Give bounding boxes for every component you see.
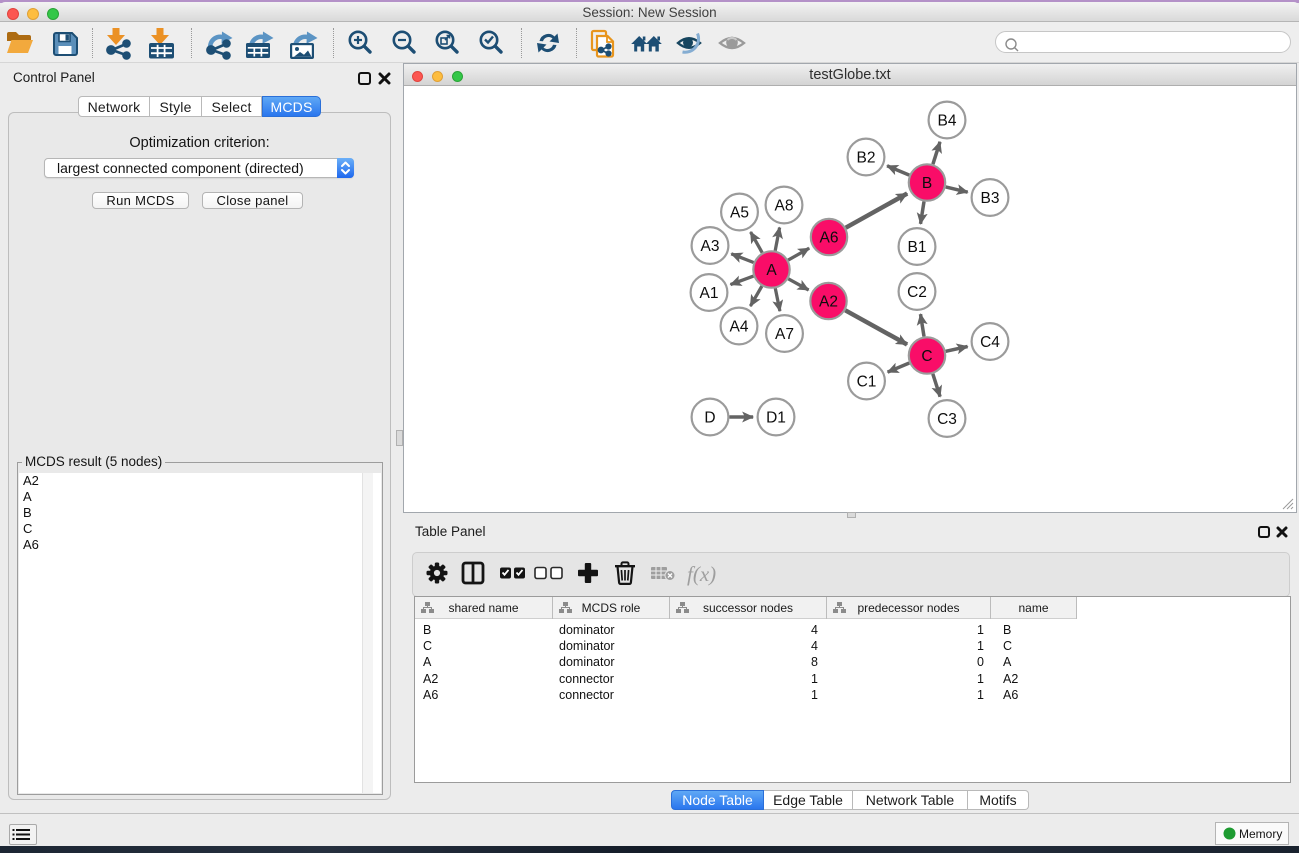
svg-text:A7: A7 bbox=[775, 326, 794, 343]
svg-text:C3: C3 bbox=[937, 411, 957, 428]
svg-text:A8: A8 bbox=[775, 198, 794, 215]
svg-text:B2: B2 bbox=[857, 150, 876, 167]
svg-text:A5: A5 bbox=[730, 205, 749, 222]
svg-text:A4: A4 bbox=[730, 319, 749, 336]
svg-text:B3: B3 bbox=[981, 190, 1000, 207]
svg-text:B4: B4 bbox=[938, 113, 957, 130]
svg-text:A6: A6 bbox=[820, 230, 839, 247]
svg-text:B1: B1 bbox=[908, 239, 927, 256]
svg-text:A: A bbox=[766, 262, 777, 279]
svg-text:C4: C4 bbox=[980, 334, 1000, 351]
svg-text:A2: A2 bbox=[819, 294, 838, 311]
svg-text:f(x): f(x) bbox=[687, 562, 716, 586]
svg-text:C: C bbox=[921, 348, 932, 365]
svg-text:B: B bbox=[922, 175, 932, 192]
svg-text:D: D bbox=[704, 410, 715, 427]
svg-text:C1: C1 bbox=[857, 374, 877, 391]
svg-text:D1: D1 bbox=[766, 410, 786, 427]
svg-text:C2: C2 bbox=[907, 284, 927, 301]
svg-text:A3: A3 bbox=[701, 238, 720, 255]
svg-text:A1: A1 bbox=[700, 285, 719, 302]
